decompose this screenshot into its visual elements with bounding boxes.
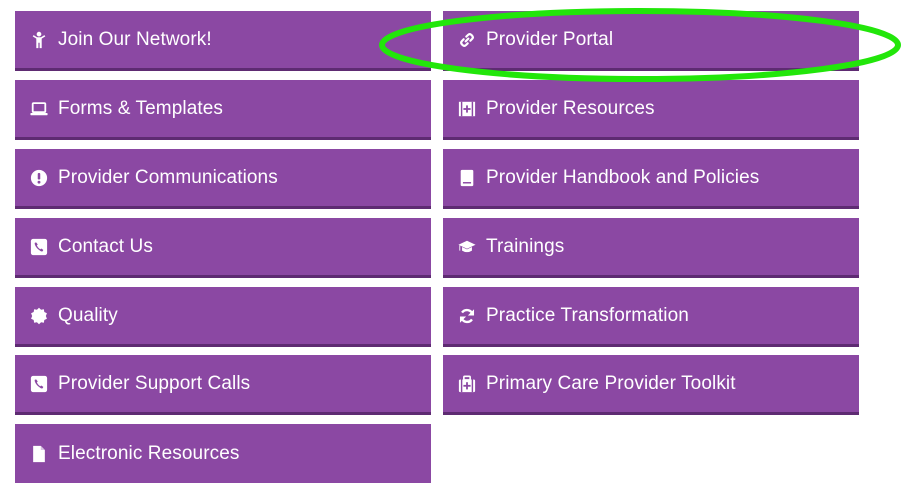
provider-communications-button[interactable]: Provider Communications bbox=[15, 149, 431, 209]
practice-transformation-label: Practice Transformation bbox=[486, 305, 689, 326]
refresh-icon bbox=[457, 306, 477, 326]
provider-resources-button[interactable]: Provider Resources bbox=[443, 80, 859, 140]
trainings-label: Trainings bbox=[486, 236, 565, 257]
provider-portal-label: Provider Portal bbox=[486, 29, 614, 50]
phone-square-icon bbox=[29, 237, 49, 257]
laptop-icon bbox=[29, 99, 49, 119]
medkit-icon bbox=[457, 374, 477, 394]
provider-support-calls-button[interactable]: Provider Support Calls bbox=[15, 355, 431, 415]
practice-transformation-button[interactable]: Practice Transformation bbox=[443, 287, 859, 347]
primary-care-toolkit-label: Primary Care Provider Toolkit bbox=[486, 373, 736, 394]
phone-square-icon bbox=[29, 374, 49, 394]
trainings-button[interactable]: Trainings bbox=[443, 218, 859, 278]
contact-us-label: Contact Us bbox=[58, 236, 153, 257]
graduation-cap-icon bbox=[457, 237, 477, 257]
provider-handbook-button[interactable]: Provider Handbook and Policies bbox=[443, 149, 859, 209]
primary-care-toolkit-button[interactable]: Primary Care Provider Toolkit bbox=[443, 355, 859, 415]
quality-button[interactable]: Quality bbox=[15, 287, 431, 347]
provider-support-calls-label: Provider Support Calls bbox=[58, 373, 251, 394]
quality-label: Quality bbox=[58, 305, 118, 326]
file-icon bbox=[29, 444, 49, 464]
provider-handbook-label: Provider Handbook and Policies bbox=[486, 167, 760, 188]
link-icon bbox=[457, 30, 477, 50]
book-icon bbox=[457, 168, 477, 188]
badge-icon bbox=[29, 306, 49, 326]
provider-communications-label: Provider Communications bbox=[58, 167, 278, 188]
provider-resources-label: Provider Resources bbox=[486, 98, 655, 119]
forms-templates-button[interactable]: Forms & Templates bbox=[15, 80, 431, 140]
contact-us-button[interactable]: Contact Us bbox=[15, 218, 431, 278]
electronic-resources-label: Electronic Resources bbox=[58, 443, 240, 464]
forms-templates-label: Forms & Templates bbox=[58, 98, 224, 119]
join-our-network-label: Join Our Network! bbox=[58, 29, 212, 50]
person-icon bbox=[29, 30, 49, 50]
alert-circle-icon bbox=[29, 168, 49, 188]
electronic-resources-button[interactable]: Electronic Resources bbox=[15, 424, 431, 483]
provider-portal-button[interactable]: Provider Portal bbox=[443, 11, 859, 71]
join-our-network-button[interactable]: Join Our Network! bbox=[15, 11, 431, 71]
medkit-square-icon bbox=[457, 99, 477, 119]
